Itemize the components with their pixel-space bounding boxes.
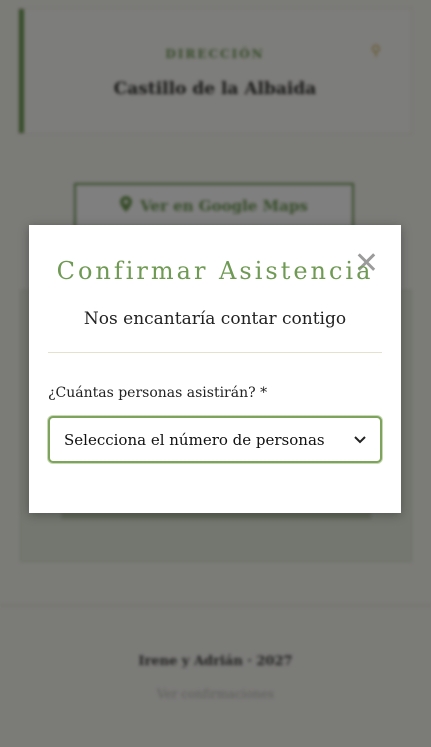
guests-select-value: Selecciona el número de personas [64, 430, 325, 449]
modal-divider [48, 352, 382, 353]
rsvp-modal: ✕ Confirmar Asistencia Nos encantaría co… [29, 225, 401, 513]
guests-label: ¿Cuántas personas asistirán? * [48, 385, 268, 401]
guests-select[interactable]: Selecciona el número de personas [48, 416, 382, 463]
modal-title: Confirmar Asistencia [56, 257, 374, 285]
chevron-down-icon [354, 433, 366, 447]
modal-subtitle: Nos encantaría contar contigo [83, 309, 347, 329]
